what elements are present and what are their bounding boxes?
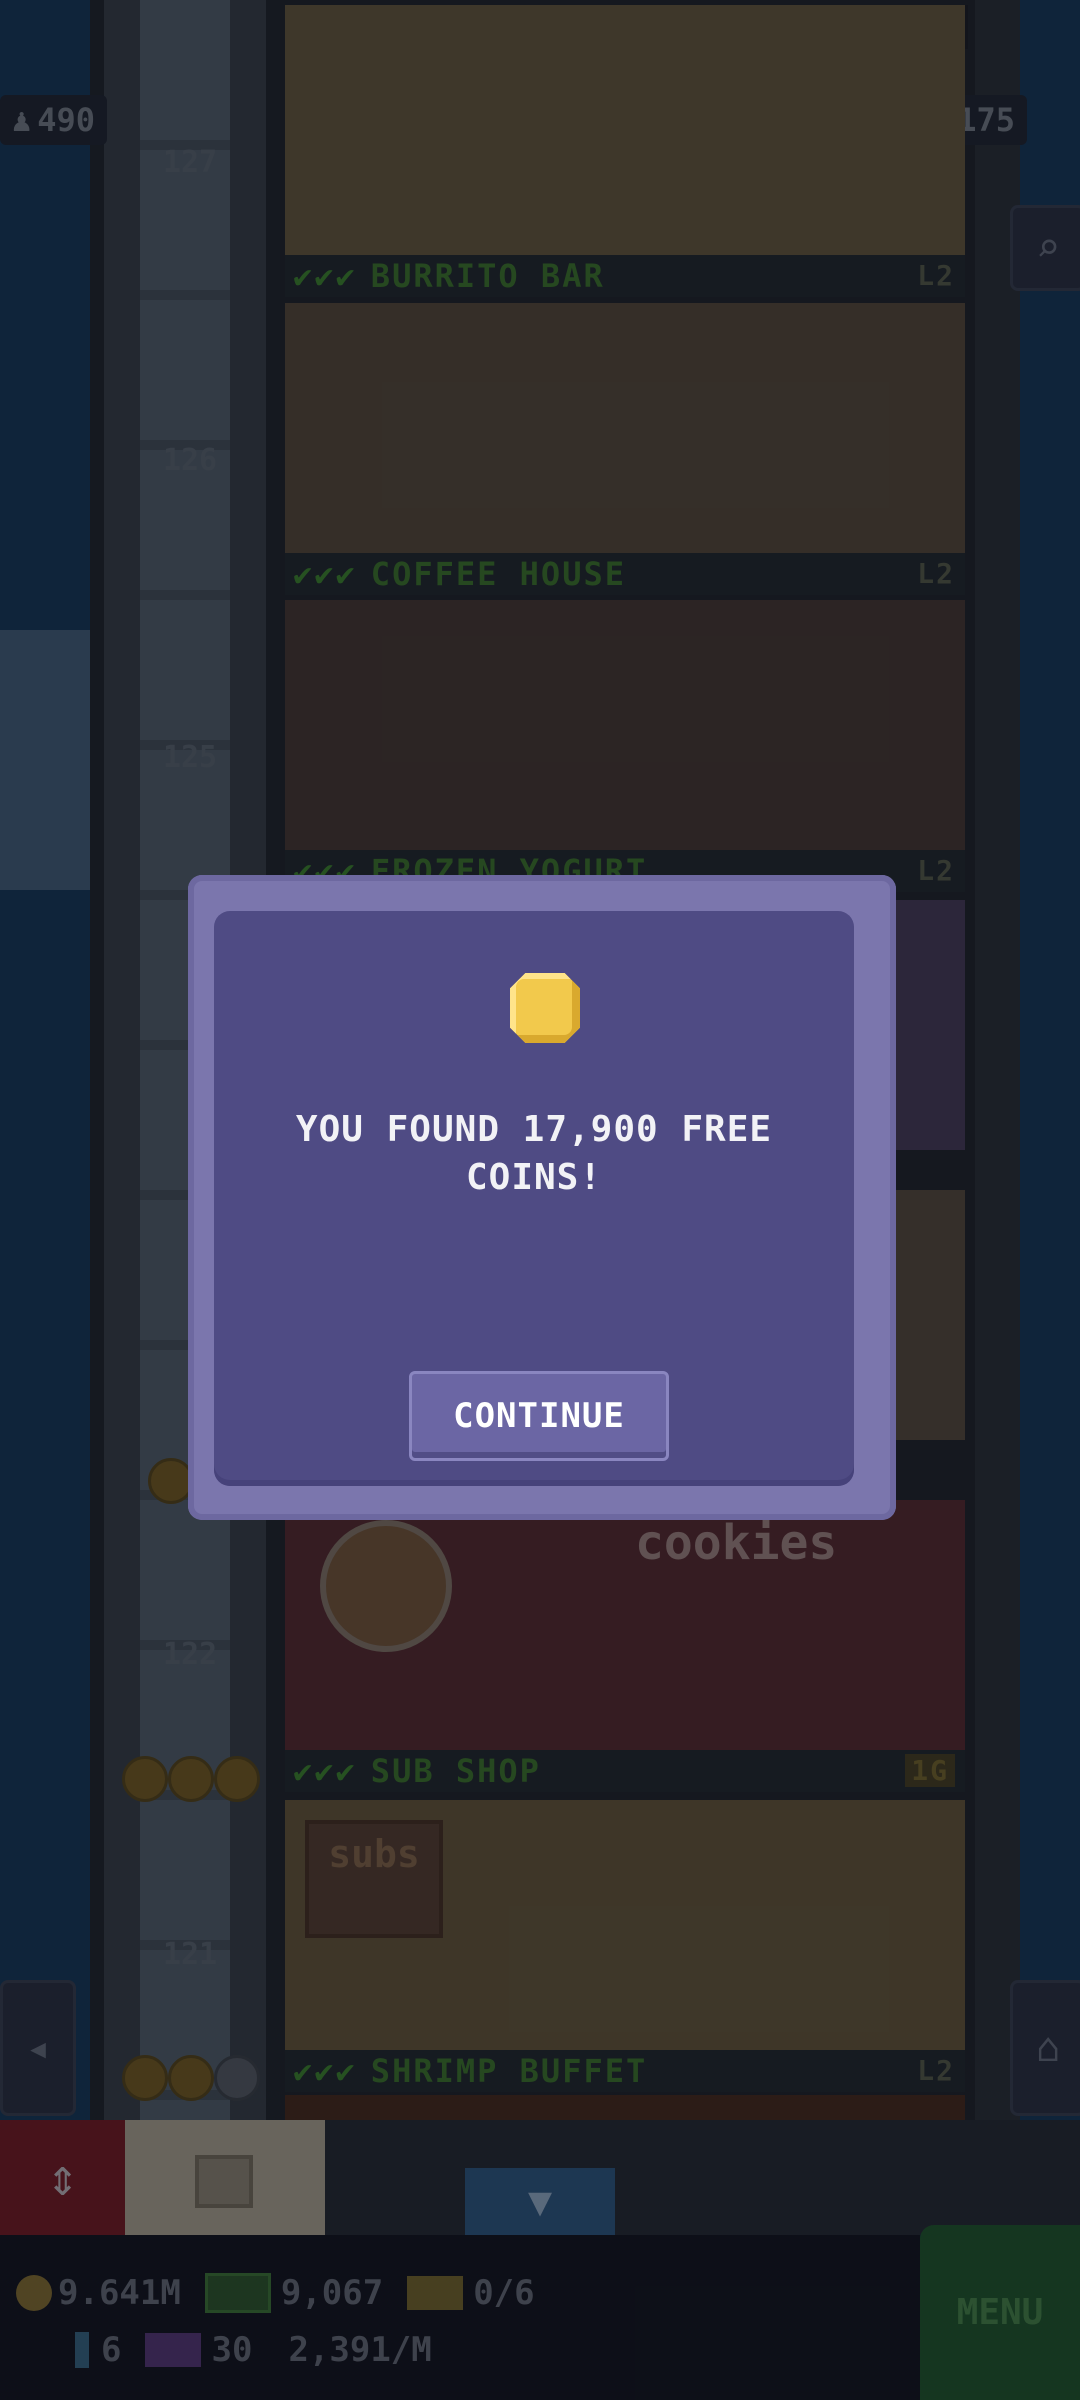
coin-icon	[510, 973, 580, 1043]
dialog-message: YOU FOUND 17,900 FREE COINS!	[295, 1109, 773, 1198]
continue-button[interactable]: CONTINUE	[409, 1371, 669, 1461]
reward-dialog: YOU FOUND 17,900 FREE COINS! CONTINUE	[188, 875, 896, 1520]
dialog-body: YOU FOUND 17,900 FREE COINS! CONTINUE	[214, 911, 854, 1486]
